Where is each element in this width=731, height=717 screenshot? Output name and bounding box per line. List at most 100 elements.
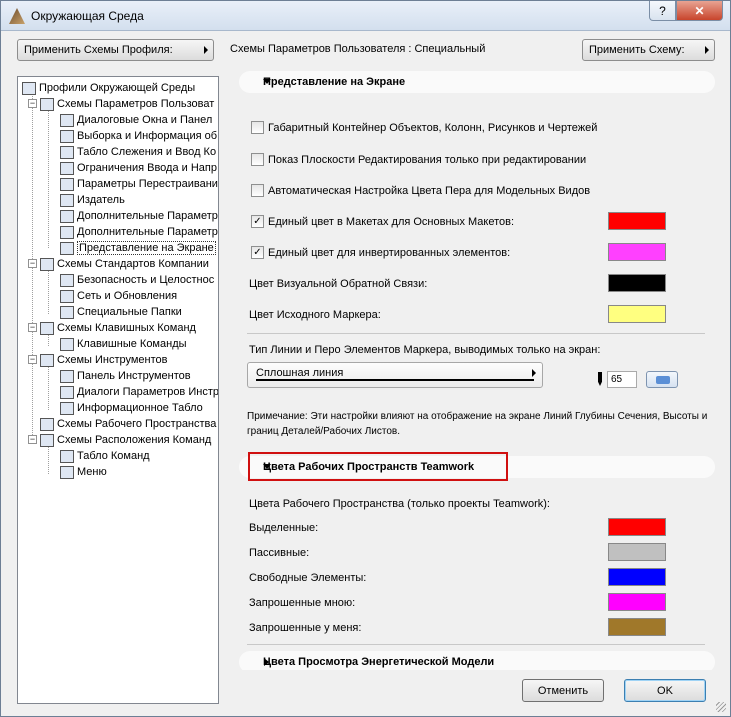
teamwork-section-header[interactable]: Цвета Рабочих Пространств Teamwork: [239, 456, 715, 478]
tree-item-more-options-2[interactable]: Дополнительные Параметр: [60, 224, 218, 240]
tree-guide-line: [48, 335, 49, 346]
tree-item-more-options[interactable]: Дополнительные Параметр: [60, 208, 218, 224]
tool-schemes-icon: [40, 353, 54, 367]
tree-item-constraints[interactable]: Ограничения Ввода и Напр: [60, 160, 217, 176]
pen-icon: [598, 372, 602, 386]
security-icon: [60, 273, 74, 287]
more-options-icon: [60, 209, 74, 223]
requested-by-me-color-swatch[interactable]: [608, 593, 666, 611]
free-elements-color-swatch[interactable]: [608, 568, 666, 586]
settings-panel[interactable]: Представление на Экране Габаритный Конте…: [233, 69, 730, 670]
cancel-button[interactable]: Отменить: [522, 679, 604, 702]
tree-item-label: Издатель: [77, 194, 125, 206]
current-scheme-label: Схемы Параметров Пользователя : Специаль…: [230, 43, 486, 55]
collapse-toggle-icon[interactable]: −: [28, 435, 37, 444]
apply-scheme-button[interactable]: Применить Схему:: [582, 39, 715, 61]
auto-pen-color-option[interactable]: Автоматическая Настройка Цвета Пера для …: [251, 184, 590, 197]
tree-guide-line: [48, 271, 49, 314]
apply-profile-scheme-button[interactable]: Применить Схемы Профиля:: [17, 39, 214, 61]
collapse-toggle-icon[interactable]: −: [28, 355, 37, 364]
tree-item-network[interactable]: Сеть и Обновления: [60, 288, 177, 304]
checkbox[interactable]: [251, 121, 264, 134]
tree-item-label: Информационное Табло: [77, 402, 203, 414]
title-bar[interactable]: Окружающая Среда ? ✕: [1, 1, 730, 31]
line-type-value: Сплошная линия: [256, 367, 344, 379]
tree-item-tool-schemes[interactable]: Схемы Инструментов: [40, 352, 167, 368]
tree-item-label: Схемы Инструментов: [57, 354, 168, 366]
pen-color-icon: [656, 376, 670, 384]
help-button[interactable]: ?: [649, 1, 676, 21]
master-layout-color-option[interactable]: ✓ Единый цвет в Макетах для Основных Мак…: [251, 215, 514, 228]
tree-item-selection[interactable]: Выборка и Информация об: [60, 128, 217, 144]
screen-view-section-header[interactable]: Представление на Экране: [239, 71, 715, 93]
command-table-icon: [60, 449, 74, 463]
pen-picker-button[interactable]: [646, 371, 678, 388]
tree-item-dialogs[interactable]: Диалоговые Окна и Панел: [60, 112, 212, 128]
tree-item-shortcut-schemes[interactable]: Схемы Клавишных Команд: [40, 320, 196, 336]
tree-item-tracker[interactable]: Табло Слежения и Ввод Ко: [60, 144, 216, 160]
tree-item-command-table[interactable]: Табло Команд: [60, 448, 150, 464]
line-type-dropdown[interactable]: Сплошная линия: [247, 362, 543, 388]
tree-item-on-screen-view[interactable]: Представление на Экране: [60, 240, 216, 256]
teamwork-subtitle: Цвета Рабочего Пространства (только прое…: [249, 498, 550, 510]
reserved-color-swatch[interactable]: [608, 518, 666, 536]
tree-item-tool-settings[interactable]: Диалоги Параметров Инстр: [60, 384, 218, 400]
source-marker-color-swatch[interactable]: [608, 305, 666, 323]
checkbox[interactable]: [251, 153, 264, 166]
option-label: Единый цвет в Макетах для Основных Макет…: [268, 215, 515, 228]
tree-item-toolbar[interactable]: Панель Инструментов: [60, 368, 191, 384]
inverted-color-option[interactable]: ✓ Единый цвет для инвертированных элемен…: [251, 246, 510, 259]
editing-plane-option[interactable]: Показ Плоскости Редактирования только пр…: [251, 153, 586, 166]
option-label: Габаритный Контейнер Объектов, Колонн, Р…: [268, 121, 598, 134]
tree-item-rebuild[interactable]: Параметры Перестраивани: [60, 176, 218, 192]
checkbox[interactable]: [251, 184, 264, 197]
tree-item-keyboard[interactable]: Клавишные Команды: [60, 336, 187, 352]
master-layout-color-swatch[interactable]: [608, 212, 666, 230]
close-button[interactable]: ✕: [676, 1, 723, 21]
option-label: Показ Плоскости Редактирования только пр…: [268, 153, 587, 166]
tree-item-company-standards[interactable]: Схемы Стандартов Компании: [40, 256, 209, 272]
preferences-tree[interactable]: Профили Окружающей Среды − Схемы Парамет…: [17, 76, 219, 704]
tree-item-workspace[interactable]: Схемы Рабочего Пространства: [40, 416, 216, 432]
info-box-icon: [60, 401, 74, 415]
passive-color-swatch[interactable]: [608, 543, 666, 561]
constraints-icon: [60, 161, 74, 175]
tracker-icon: [60, 145, 74, 159]
collapse-toggle-icon[interactable]: −: [28, 99, 37, 108]
window-title: Окружающая Среда: [31, 9, 144, 23]
feedback-color-swatch[interactable]: [608, 274, 666, 292]
bounding-box-option[interactable]: Габаритный Контейнер Объектов, Колонн, Р…: [251, 121, 597, 134]
feedback-color-label: Цвет Визуальной Обратной Связи:: [249, 278, 428, 290]
collapse-triangle-icon: [263, 79, 271, 84]
shortcut-schemes-icon: [40, 321, 54, 335]
inverted-color-swatch[interactable]: [608, 243, 666, 261]
energy-section-header[interactable]: Цвета Просмотра Энергетической Модели: [239, 651, 715, 670]
environment-dialog: Окружающая Среда ? ✕ Применить Схемы Про…: [0, 0, 731, 717]
tree-item-publisher[interactable]: Издатель: [60, 192, 125, 208]
tree-item-menu[interactable]: Меню: [60, 464, 107, 480]
checkbox[interactable]: ✓: [251, 246, 264, 259]
tree-item-user-schemes[interactable]: Схемы Параметров Пользоват: [40, 96, 214, 112]
tree-item-label: Схемы Рабочего Пространства: [57, 418, 217, 430]
tree-guide-line: [48, 367, 49, 410]
ok-button[interactable]: OK: [624, 679, 706, 702]
tree-item-label: Схемы Параметров Пользоват: [57, 98, 215, 110]
tree-item-info-box[interactable]: Информационное Табло: [60, 400, 203, 416]
tree-item-folders[interactable]: Специальные Папки: [60, 304, 182, 320]
tree-item-security[interactable]: Безопасность и Целостнос: [60, 272, 214, 288]
pen-number-field[interactable]: 65: [607, 371, 637, 388]
section-title: Представление на Экране: [263, 76, 406, 88]
collapse-toggle-icon[interactable]: −: [28, 323, 37, 332]
tree-item-label: Схемы Клавишных Команд: [57, 322, 196, 334]
tree-item-command-layout[interactable]: Схемы Расположения Команд: [40, 432, 211, 448]
requested-from-me-color-swatch[interactable]: [608, 618, 666, 636]
tree-item-profiles[interactable]: Профили Окружающей Среды: [22, 80, 195, 96]
checkbox[interactable]: ✓: [251, 215, 264, 228]
collapse-toggle-icon[interactable]: −: [28, 259, 37, 268]
resize-grip-icon[interactable]: [716, 702, 726, 712]
user-prefs-icon: [40, 97, 54, 111]
tree-item-label: Безопасность и Целостнос: [77, 274, 215, 286]
tree-item-label: Клавишные Команды: [77, 338, 187, 350]
toolbar-icon: [60, 369, 74, 383]
selection-icon: [60, 129, 74, 143]
